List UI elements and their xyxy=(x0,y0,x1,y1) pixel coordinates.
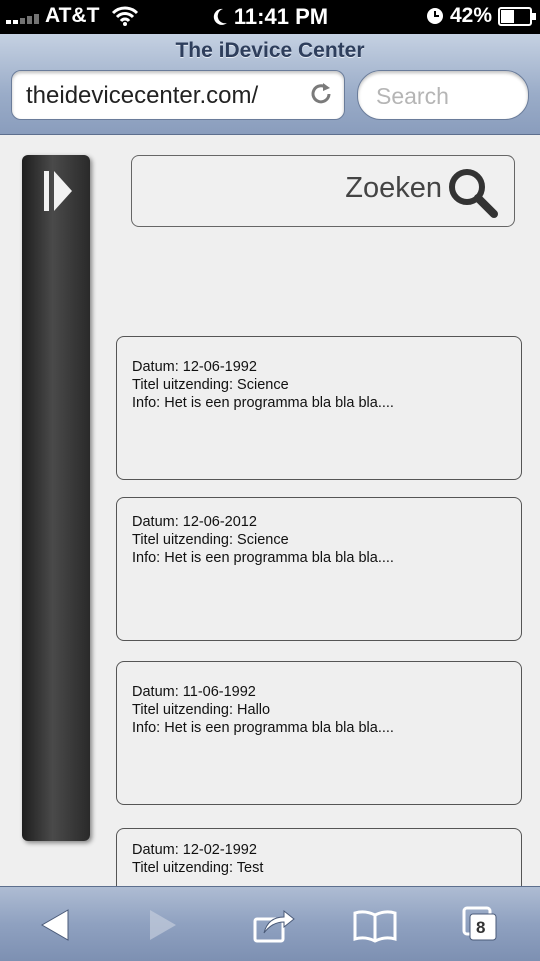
program-card[interactable]: Datum: 12-06-2012 Titel uitzending: Scie… xyxy=(116,497,522,641)
card-info: Info: Het is een programma bla bla bla..… xyxy=(132,720,394,736)
address-bar[interactable]: theidevicecenter.com/ xyxy=(11,70,345,120)
magnifier-icon[interactable] xyxy=(446,166,500,220)
zoeken-label: Zoeken xyxy=(345,172,442,204)
zoeken-search-box[interactable]: Zoeken xyxy=(131,155,515,227)
browser-header: The iDevice Center theidevicecenter.com/ xyxy=(0,34,540,135)
status-right: 42% xyxy=(426,4,536,28)
forward-arrow-icon[interactable] xyxy=(140,905,180,945)
card-title: Titel uitzending: Science xyxy=(132,532,289,548)
page-title: The iDevice Center xyxy=(175,39,365,62)
clock-icon xyxy=(426,8,443,24)
card-title: Titel uitzending: Test xyxy=(132,860,264,876)
browser-toolbar: 8 xyxy=(0,886,540,961)
search-field[interactable] xyxy=(357,70,529,120)
card-date: Datum: 12-06-1992 xyxy=(132,359,257,375)
back-arrow-icon[interactable] xyxy=(38,905,78,945)
battery-fill xyxy=(501,9,514,23)
card-info: Info: Het is een programma bla bla bla..… xyxy=(132,550,394,566)
share-icon[interactable] xyxy=(252,905,296,945)
url-text[interactable]: theidevicecenter.com/ xyxy=(26,82,258,110)
card-date: Datum: 12-06-2012 xyxy=(132,514,257,530)
tab-count: 8 xyxy=(476,918,486,937)
card-title: Titel uitzending: Science xyxy=(132,377,289,393)
status-time: 11:41 PM xyxy=(233,4,329,29)
moon-icon xyxy=(213,8,227,25)
reload-icon[interactable] xyxy=(308,81,334,107)
status-bar: AT&T 11:41 PM 42% xyxy=(0,0,540,34)
card-title: Titel uitzending: Hallo xyxy=(132,702,271,718)
card-info: Info: Het is een programma bla bla bla..… xyxy=(132,395,394,411)
search-input[interactable] xyxy=(374,82,518,111)
panel-toggle-icon[interactable] xyxy=(42,171,72,211)
card-date: Datum: 12-02-1992 xyxy=(132,842,257,858)
battery-icon xyxy=(498,6,536,26)
battery-percent: 42% xyxy=(449,4,492,27)
card-date: Datum: 11-06-1992 xyxy=(132,684,256,700)
program-card[interactable]: Datum: 11-06-1992 Titel uitzending: Hall… xyxy=(116,661,522,805)
program-card[interactable]: Datum: 12-06-1992 Titel uitzending: Scie… xyxy=(116,336,522,480)
tabs-button[interactable]: 8 xyxy=(460,905,500,945)
bookmarks-icon[interactable] xyxy=(352,905,398,945)
side-panel[interactable] xyxy=(22,155,90,841)
